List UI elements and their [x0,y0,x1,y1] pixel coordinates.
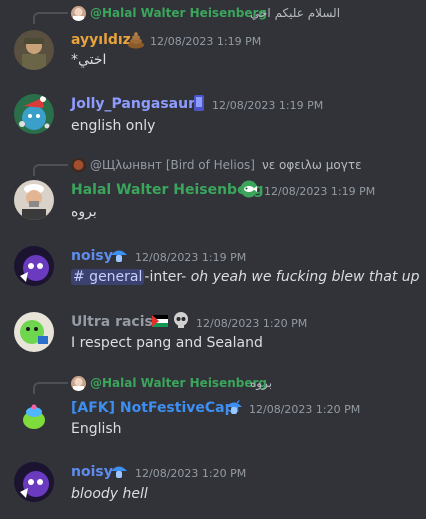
timestamp[interactable]: 12/08/2023 1:19 PM [150,35,261,48]
mushroom-emoji-icon [110,246,128,264]
message-content: English [71,421,122,437]
avatar[interactable] [14,246,54,286]
reply-connector [33,164,68,176]
username[interactable]: Jolly_Pangasaur [71,96,195,112]
reply-avatar [71,6,86,21]
reply-username[interactable]: @Halal Walter Heisenberg [90,6,267,20]
message-italic-text: oh yeah we fucking blew that up [190,269,420,285]
flag-icon [152,313,168,327]
avatar[interactable] [14,398,54,438]
reply-text: السلام عليكم اخي [250,6,341,20]
timestamp[interactable]: 12/08/2023 1:19 PM [264,185,375,198]
channel-mention-link[interactable]: # general [71,269,145,285]
message-content: english only [71,118,156,134]
skull-emoji-icon [172,311,190,329]
timestamp[interactable]: 12/08/2023 1:20 PM [249,403,360,416]
username[interactable]: Ultra racist [71,314,160,330]
fish-emoji-icon [240,180,258,198]
username[interactable]: ayyıldız [71,32,131,48]
phone-emoji-icon [190,94,208,112]
reply-text: بروه [250,376,273,390]
username[interactable]: [AFK] NotFestiveCapí [71,400,239,416]
poop-emoji-icon [127,31,145,49]
mushroom-emoji-icon [225,398,243,416]
reply-preview[interactable]: @Halal Walter Heisenberg بروه [0,374,426,394]
avatar[interactable] [14,180,54,220]
reply-connector [33,382,68,394]
username[interactable]: noisy [71,248,113,264]
timestamp[interactable]: 12/08/2023 1:20 PM [135,467,246,480]
timestamp[interactable]: 12/08/2023 1:20 PM [196,317,307,330]
reply-avatar [71,158,86,173]
reply-preview[interactable]: @Halal Walter Heisenberg السلام عليكم اخ… [0,4,426,24]
reply-username[interactable]: @Halal Walter Heisenberg [90,376,267,390]
message-text: -inter- [144,269,187,285]
avatar[interactable] [14,462,54,502]
reply-preview[interactable]: @Щλωнвнт [Bird of Helios] νε οφειλω μογτ… [0,156,426,176]
username[interactable]: Halal Walter Heisenberg [71,182,264,198]
reply-username[interactable]: @Щλωнвнт [Bird of Helios] [90,158,255,172]
timestamp[interactable]: 12/08/2023 1:19 PM [135,251,246,264]
reply-connector [33,12,68,24]
message-content: # general -inter- oh yeah we fucking blew… [71,269,420,285]
message-content: bloody hell [71,486,148,502]
avatar[interactable] [14,312,54,352]
username[interactable]: noisy [71,464,113,480]
message-content: *اختي [71,52,107,68]
reply-avatar [71,376,86,391]
avatar[interactable] [14,94,54,134]
reply-text: νε οφειλω μογτε [262,158,362,172]
mushroom-emoji-icon [110,462,128,480]
message-content: بروه [71,204,97,220]
message-content: I respect pang and Sealand [71,335,263,351]
timestamp[interactable]: 12/08/2023 1:19 PM [212,99,323,112]
avatar[interactable] [14,30,54,70]
